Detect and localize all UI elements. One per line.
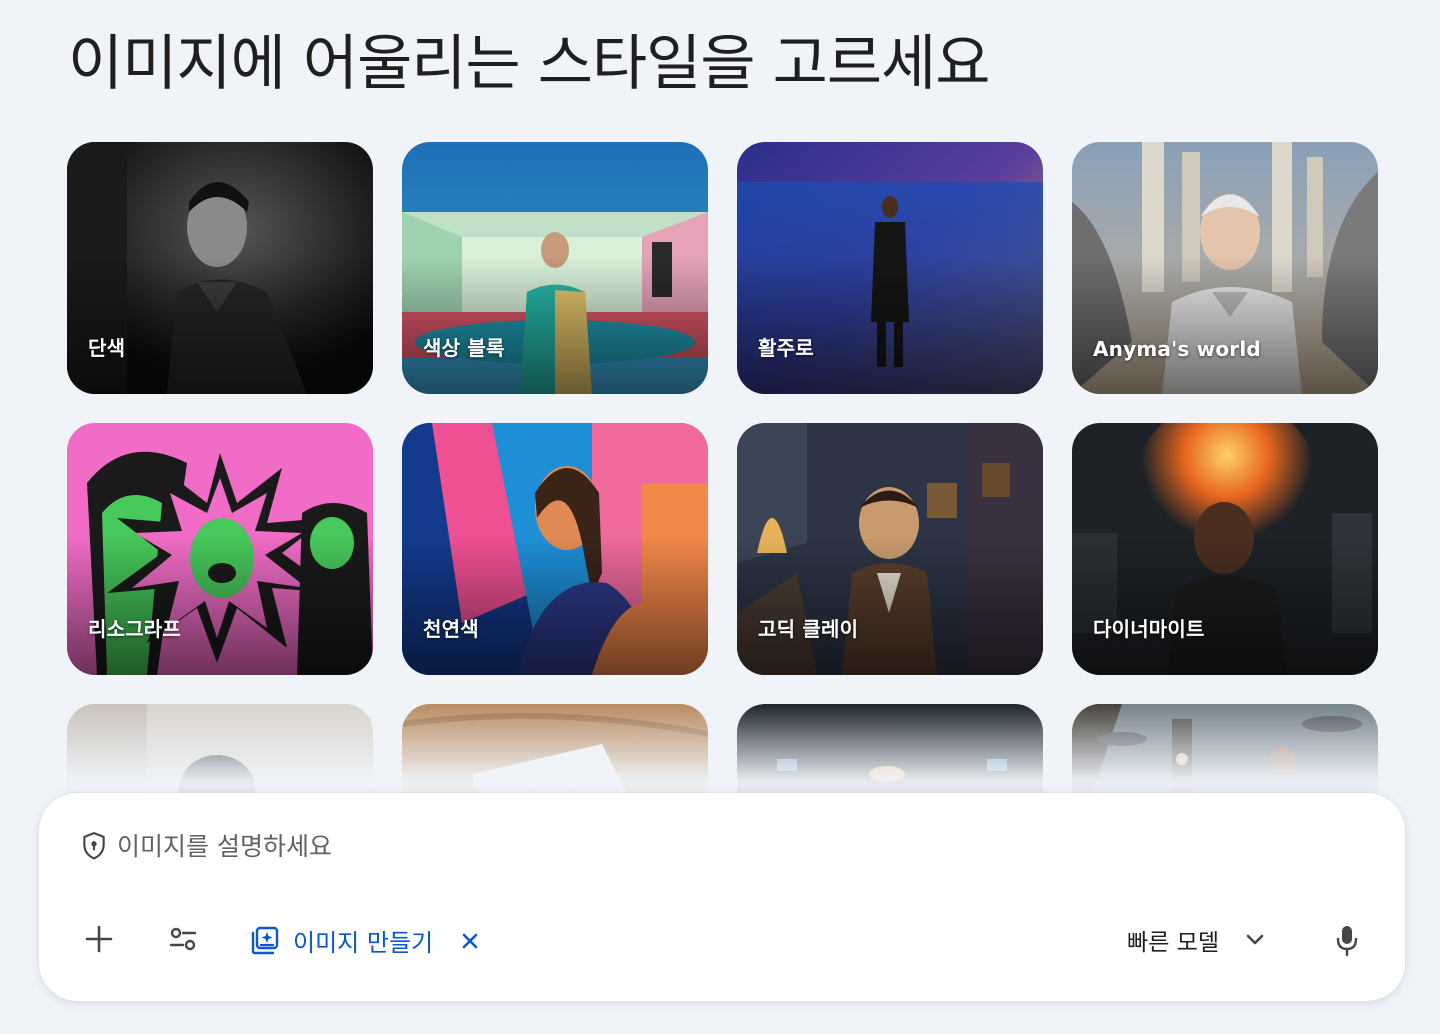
image-create-chip[interactable]: 이미지 만들기: [249, 923, 481, 958]
microphone-button[interactable]: [1327, 919, 1367, 963]
style-card-label: 리소그라프: [88, 617, 181, 641]
style-card-label: 활주로: [758, 336, 814, 360]
style-card-monochrome[interactable]: 단색: [67, 142, 373, 394]
model-selector-label: 빠른 모델: [1127, 930, 1219, 956]
image-create-chip-label: 이미지 만들기: [293, 929, 434, 957]
tools-button[interactable]: [163, 917, 203, 961]
page-title: 이미지에 어울리는 스타일을 고르세요: [68, 29, 990, 99]
style-card-technicolor[interactable]: 천연색: [402, 423, 708, 675]
style-card-label: 색상 블록: [423, 336, 505, 360]
style-card-label: 다이너마이트: [1093, 617, 1205, 641]
style-card-label: 단색: [88, 336, 126, 360]
prompt-composer: 이미지 만들기 빠른 모델: [39, 793, 1405, 1001]
style-card-anymas-world[interactable]: Anyma's world: [1072, 142, 1378, 394]
style-card-risograph[interactable]: 리소그라프: [67, 423, 373, 675]
model-selector[interactable]: 빠른 모델: [1127, 923, 1265, 957]
style-card-label: 고딕 클레이: [758, 617, 859, 641]
style-card-color-block[interactable]: 색상 블록: [402, 142, 708, 394]
close-icon[interactable]: [459, 930, 481, 952]
style-card-gothic-clay[interactable]: 고딕 클레이: [737, 423, 1043, 675]
shield-icon: [83, 832, 105, 860]
prompt-input[interactable]: [117, 831, 1017, 861]
style-card-runway[interactable]: 활주로: [737, 142, 1043, 394]
plus-icon: [85, 925, 113, 953]
microphone-icon: [1336, 926, 1358, 957]
chevron-down-icon: [1246, 934, 1264, 945]
style-card-label: Anyma's world: [1093, 337, 1261, 361]
add-button[interactable]: [79, 917, 119, 961]
sliders-icon: [169, 927, 197, 951]
image-create-icon: [251, 926, 279, 954]
style-card-label: 천연색: [423, 617, 479, 641]
style-card-dynamite[interactable]: 다이너마이트: [1072, 423, 1378, 675]
